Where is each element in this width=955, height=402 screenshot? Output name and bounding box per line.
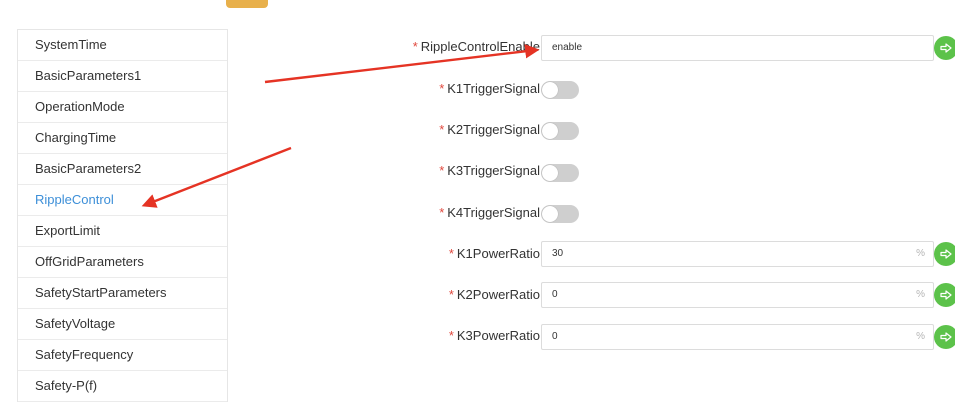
send-k1-power-button[interactable] (934, 242, 955, 266)
k3-trigger-toggle[interactable] (541, 164, 579, 182)
sidebar-item-safetyvoltage[interactable]: SafetyVoltage (18, 309, 227, 340)
top-accent-bar (226, 0, 268, 8)
k4-trigger-label: * K4TriggerSignal (439, 205, 540, 220)
k2-trigger-toggle[interactable] (541, 122, 579, 140)
ripple-enable-label: * RippleControlEnable (412, 39, 540, 54)
sidebar-item-chargingtime[interactable]: ChargingTime (18, 123, 227, 154)
percent-unit: % (916, 248, 925, 259)
k4-trigger-toggle[interactable] (541, 205, 579, 223)
k3-power-label: * K3PowerRatio (448, 328, 540, 343)
sidebar-item-ripplecontrol[interactable]: RippleControl (18, 185, 227, 216)
k2-power-input[interactable]: 0 % (541, 282, 934, 308)
toggle-knob (542, 206, 558, 222)
sidebar-item-operationmode[interactable]: OperationMode (18, 92, 227, 123)
k2-trigger-label: * K2TriggerSignal (439, 122, 540, 137)
k1-trigger-label: * K1TriggerSignal (439, 81, 540, 96)
required-mark: * (412, 39, 418, 54)
send-arrow-icon (940, 290, 952, 300)
k1-trigger-toggle[interactable] (541, 81, 579, 99)
send-arrow-icon (940, 332, 952, 342)
send-k3-power-button[interactable] (934, 325, 955, 349)
send-ripple-enable-button[interactable] (934, 36, 955, 60)
sidebar-item-safetyfrequency[interactable]: SafetyFrequency (18, 340, 227, 371)
sidebar-item-offgridparameters[interactable]: OffGridParameters (18, 247, 227, 278)
k1-power-label: * K1PowerRatio (448, 246, 540, 261)
sidebar-item-safetystartparameters[interactable]: SafetyStartParameters (18, 278, 227, 309)
send-arrow-icon (940, 249, 952, 259)
sidebar-item-basicparameters1[interactable]: BasicParameters1 (18, 61, 227, 92)
sidebar-item-exportlimit[interactable]: ExportLimit (18, 216, 227, 247)
k3-power-input[interactable]: 0 % (541, 324, 934, 350)
sidebar-item-systemtime[interactable]: SystemTime (18, 30, 227, 61)
sidebar-item-safety-pf[interactable]: Safety-P(f) (18, 371, 227, 402)
k3-trigger-label: * K3TriggerSignal (439, 163, 540, 178)
sidebar-item-basicparameters2[interactable]: BasicParameters2 (18, 154, 227, 185)
send-arrow-icon (940, 43, 952, 53)
toggle-knob (542, 123, 558, 139)
k2-power-label: * K2PowerRatio (448, 287, 540, 302)
ripple-enable-input[interactable]: enable (541, 35, 934, 61)
toggle-knob (542, 82, 558, 98)
sidebar-menu: SystemTime BasicParameters1 OperationMod… (17, 29, 228, 402)
percent-unit: % (916, 289, 925, 300)
toggle-knob (542, 165, 558, 181)
k1-power-input[interactable]: 30 % (541, 241, 934, 267)
send-k2-power-button[interactable] (934, 283, 955, 307)
percent-unit: % (916, 331, 925, 342)
